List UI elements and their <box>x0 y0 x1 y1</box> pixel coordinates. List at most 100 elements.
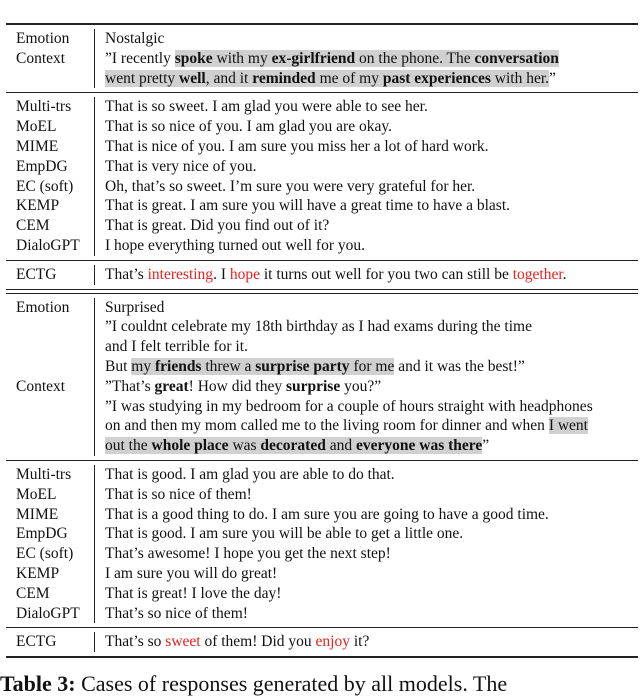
text-segment: . <box>562 265 567 283</box>
model-name: EmpDG <box>16 525 68 543</box>
context-highlight: threw a <box>201 357 256 375</box>
model-name: MIME <box>16 137 59 155</box>
text-segment: of them! Did you <box>200 633 316 651</box>
context-highlight: for me <box>349 357 395 375</box>
model-response: That is so nice of them! <box>105 485 252 503</box>
label-line <box>16 337 94 357</box>
text-segment: . I <box>213 265 230 283</box>
baseline-responses: Multi-trs MoEL MIME EmpDG EC (soft) KEMP CEM Di… <box>6 93 638 259</box>
model-response: That is great. Did you find out of it? <box>105 217 330 235</box>
context-highlight: out the <box>105 437 152 455</box>
emotion-value: Nostalgic <box>105 30 165 47</box>
context-highlight: well <box>179 69 206 87</box>
row-labels: Emotion Context <box>6 29 94 88</box>
text-segment: ” <box>549 69 556 87</box>
model-response: That is so sweet. I am glad you were abl… <box>105 98 428 116</box>
model-response: That is a good thing to do. I am sure yo… <box>105 505 549 523</box>
text-segment: That’s <box>105 265 148 283</box>
context-line: ”I couldnt celebrate my 18th birthday as… <box>105 317 638 337</box>
emotion-label: Emotion <box>16 30 70 47</box>
context-line: went pretty well, and it reminded me of … <box>105 69 638 89</box>
model-names: Multi-trs MoEL MIME EmpDG EC (soft) KEMP CEM Di… <box>6 97 94 255</box>
label-line: Emotion <box>16 29 94 49</box>
label-line <box>16 357 94 377</box>
bottom-rule <box>6 656 638 659</box>
model-name: EmpDG <box>16 157 68 175</box>
text-segment: But <box>105 357 132 375</box>
case-study-table: Emotion Context Nostalgic ”I recently spoke… <box>6 23 638 659</box>
context-body: Nostalgic ”I recently spoke with my ex-gi… <box>94 29 638 89</box>
model-response: That is nice of you. I am sure you miss … <box>105 137 489 155</box>
text-segment: ”I recently <box>105 49 175 67</box>
label-line: Context <box>16 49 94 69</box>
emotion-value: Surprised <box>105 298 165 316</box>
model-names: ECTG <box>6 265 94 285</box>
context-highlight: everyone was there <box>355 437 483 455</box>
context-highlight: , and it <box>205 69 253 87</box>
text-segment: surprise <box>285 377 341 395</box>
model-name: MIME <box>16 505 59 523</box>
model-name: MoEL <box>16 118 57 136</box>
model-names: Multi-trs MoEL MIME EmpDG EC (soft) KEMP CEM Di… <box>6 465 94 623</box>
label-line <box>16 317 94 337</box>
model-responses: That is so sweet. I am glad you were abl… <box>94 97 638 256</box>
model-response: I am sure you will do great! <box>105 564 278 582</box>
context-line: and I felt terrible for it. <box>105 337 638 357</box>
context-highlight: my <box>131 357 155 375</box>
label-line <box>16 69 94 89</box>
context-line: ”I recently spoke with my ex-girlfriend … <box>105 49 638 69</box>
text-segment: it? <box>349 633 370 651</box>
context-section: Emotion Context Surprised ”I couldnt celebr… <box>6 294 638 460</box>
label-line: Emotion <box>16 298 94 318</box>
ectg-response-row: ECTG That’s interesting. I hope it turns … <box>6 261 638 289</box>
model-names: ECTG <box>6 632 94 652</box>
model-response: That is good. I am glad you are able to … <box>105 465 395 483</box>
model-name: CEM <box>16 584 50 602</box>
model-name: Multi-trs <box>16 465 72 483</box>
context-line: ”I was studying in my bedroom for a coup… <box>105 397 638 417</box>
emotion-label: Emotion <box>16 298 70 316</box>
table-caption: Table 3: Cases of responses generated by… <box>0 671 507 697</box>
model-responses: That is good. I am glad you are able to … <box>94 464 638 624</box>
context-highlight: and <box>325 437 356 455</box>
row-labels: Emotion Context <box>6 298 94 456</box>
model-name: DialoGPT <box>16 236 80 254</box>
context-highlight: reminded <box>252 69 316 87</box>
model-name: KEMP <box>16 197 60 215</box>
context-highlight: surprise party <box>255 357 350 375</box>
text-segment: great <box>154 377 189 395</box>
keyword-highlight: interesting <box>147 265 214 283</box>
model-response: That’s so nice of them! <box>105 604 248 622</box>
model-name: EC (soft) <box>16 545 74 563</box>
model-name: ECTG <box>16 265 57 283</box>
model-name: CEM <box>16 217 50 235</box>
context-highlight: went pretty <box>105 69 180 87</box>
label-line: Context <box>16 377 94 397</box>
text-segment: ! How did they <box>188 377 286 395</box>
model-response: That is good. I am sure you will be able… <box>105 525 464 543</box>
model-name: MoEL <box>16 485 57 503</box>
context-highlight: on the phone. The <box>355 49 475 67</box>
keyword-highlight: sweet <box>165 633 201 651</box>
model-name: EC (soft) <box>16 177 74 195</box>
text-segment: ”That’s <box>105 377 155 395</box>
text-segment: on and then my mom called me to the livi… <box>105 417 549 435</box>
context-label: Context <box>16 377 66 395</box>
ectg-response: That’s so sweet of them! Did you enjoy i… <box>105 632 638 652</box>
keyword-highlight: hope <box>229 265 260 283</box>
label-line <box>16 436 94 456</box>
context-highlight: whole place <box>151 437 229 455</box>
baseline-responses: Multi-trs MoEL MIME EmpDG EC (soft) KEMP CEM Di… <box>6 461 638 627</box>
context-highlight: I went <box>548 417 588 435</box>
keyword-highlight: enjoy <box>315 633 350 651</box>
text-segment: and it was the best!” <box>394 357 525 375</box>
model-response: That’s awesome! I hope you get the next … <box>105 545 391 563</box>
context-highlight: with her. <box>490 69 550 87</box>
text-segment: ”I was studying in my bedroom for a coup… <box>105 397 593 415</box>
model-responses: That’s so sweet of them! Did you enjoy i… <box>94 632 638 653</box>
text-segment: ” <box>482 437 490 455</box>
context-highlight: spoke <box>174 49 213 67</box>
context-line: ”That’s great! How did they surprise you… <box>105 377 638 397</box>
model-response: That is great! I love the day! <box>105 584 282 602</box>
model-name: KEMP <box>16 564 60 582</box>
